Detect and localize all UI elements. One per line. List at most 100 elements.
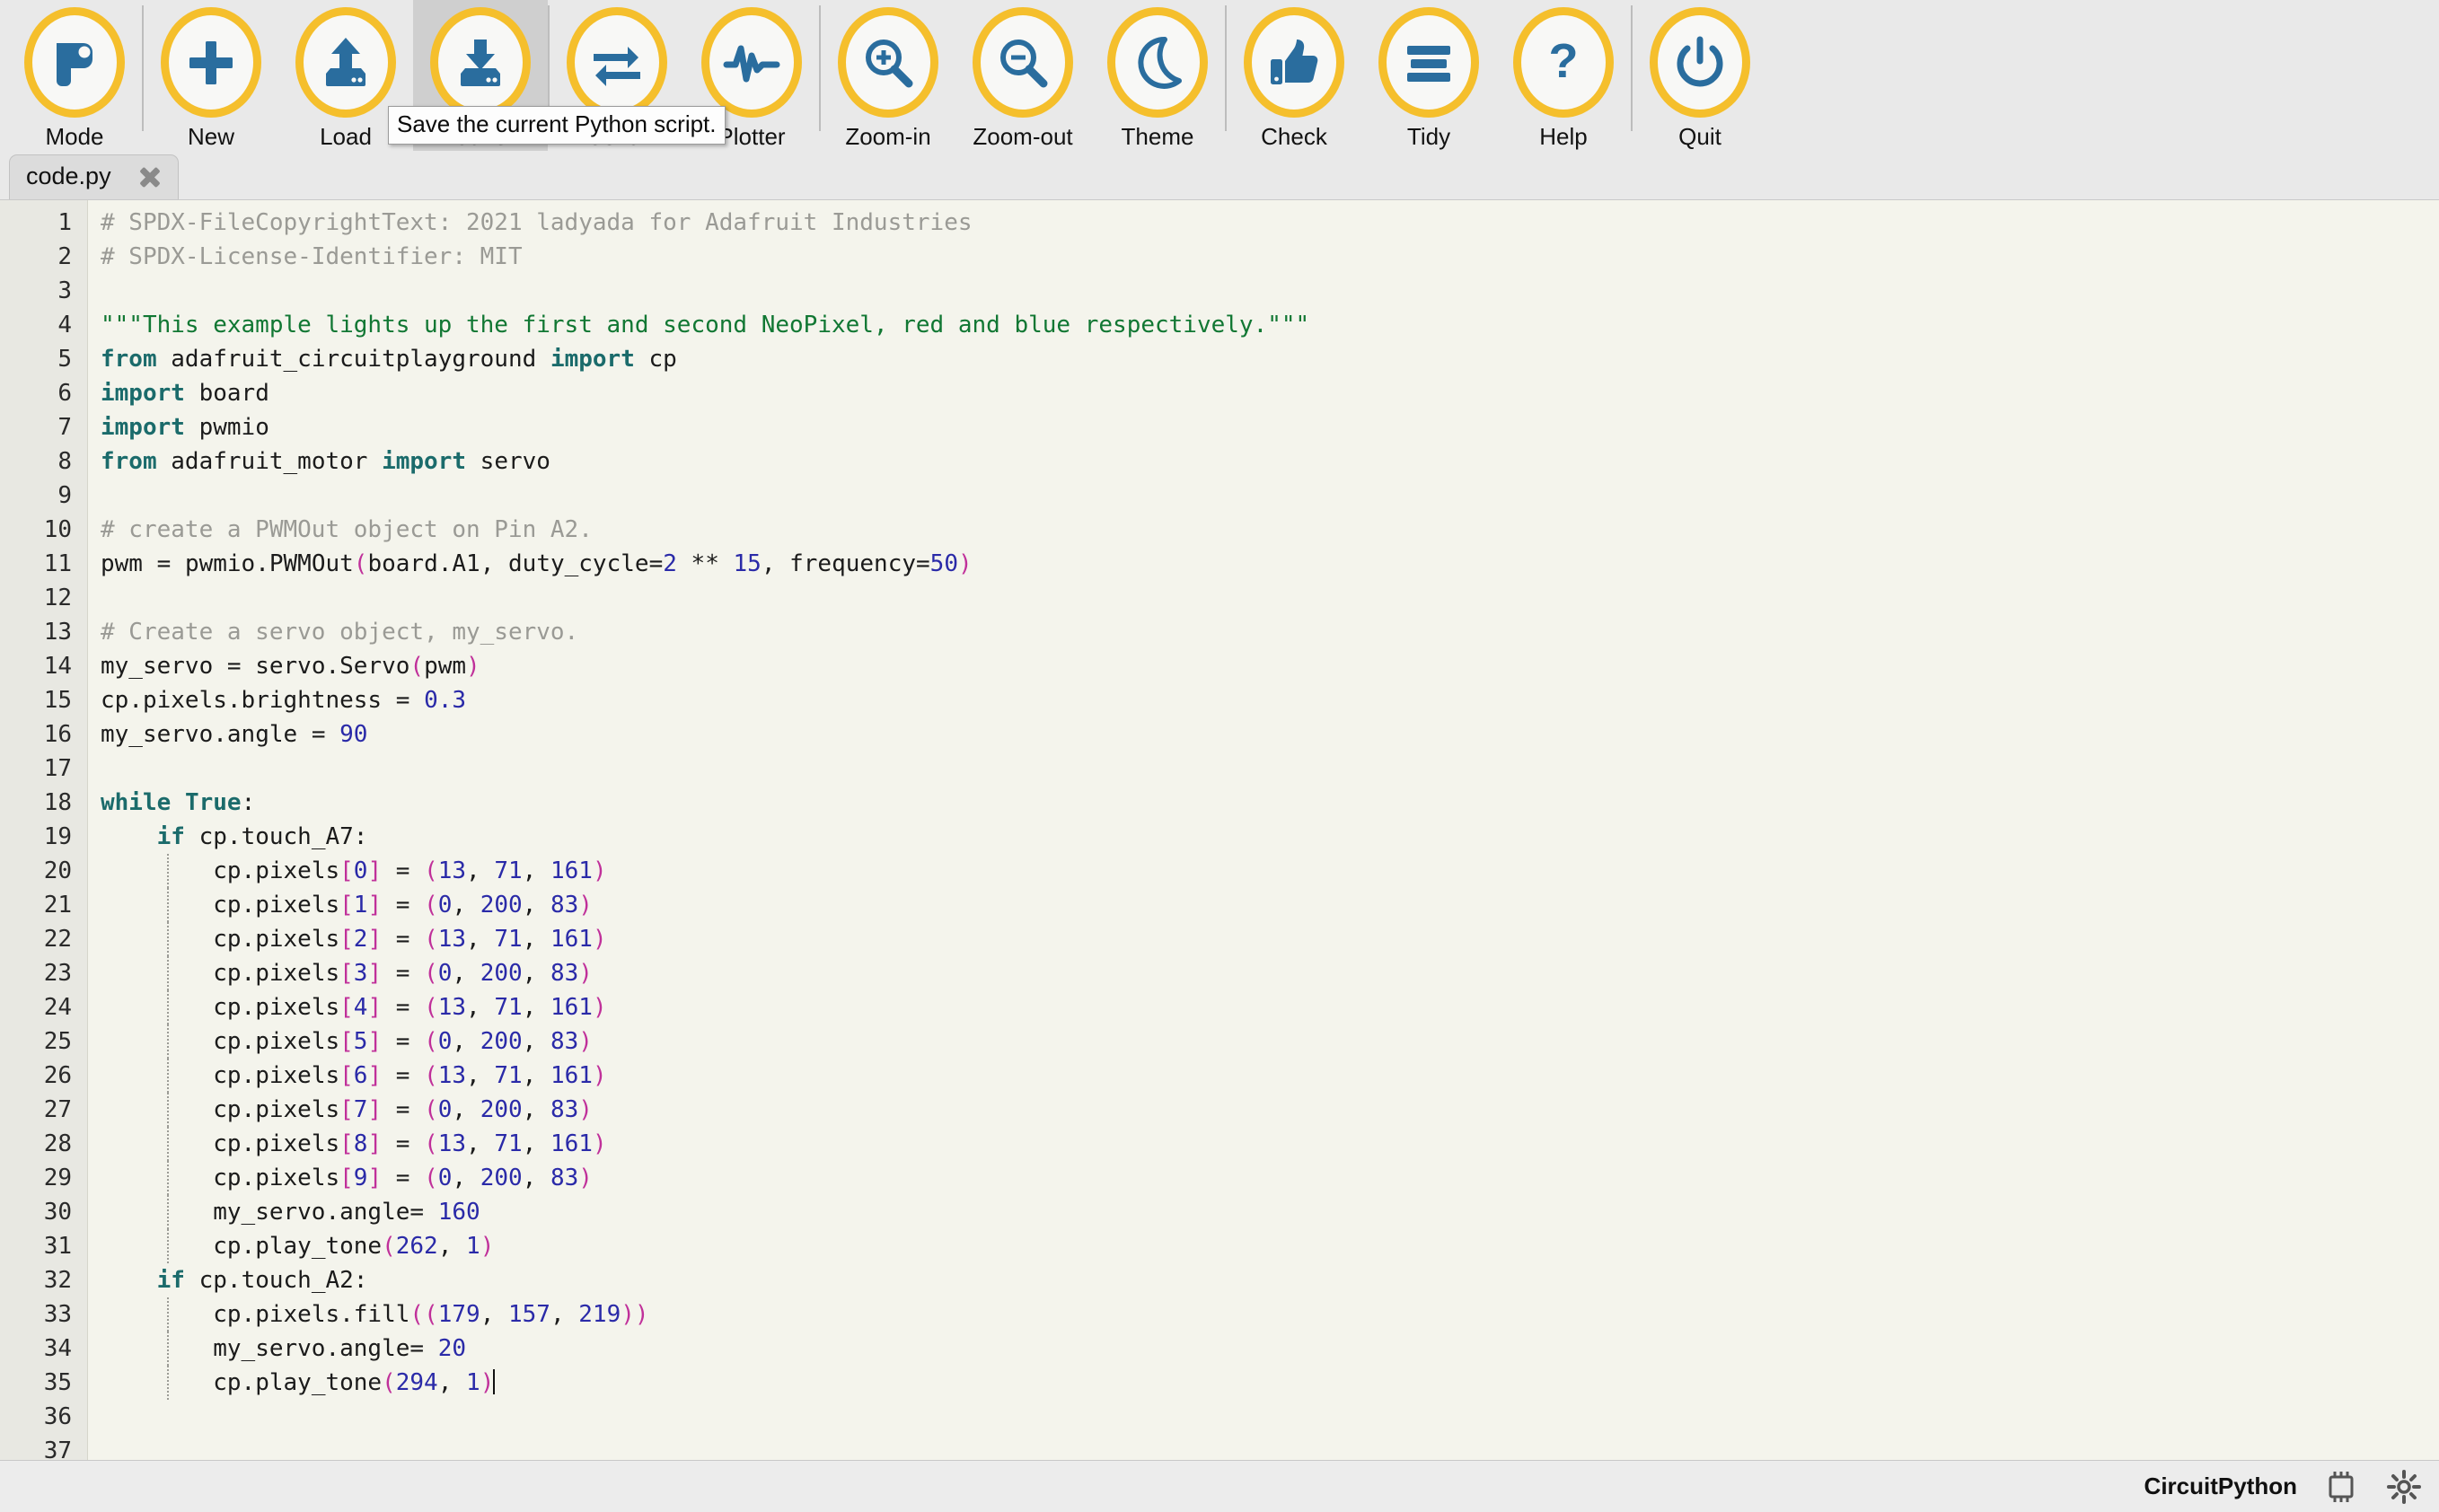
gear-icon[interactable] [2385, 1468, 2423, 1506]
line-number: 15 [43, 687, 72, 714]
code-line[interactable]: my_servo.angle = 90 [101, 717, 2439, 752]
line-number: 10 [43, 516, 72, 543]
line-number: 4 [57, 312, 72, 338]
code-line[interactable]: cp.pixels[1] = (0, 200, 83) [101, 888, 2439, 922]
indent-guide [167, 1127, 169, 1161]
code-line[interactable]: pwm = pwmio.PWMOut(board.A1, duty_cycle=… [101, 547, 2439, 581]
line-number: 32 [43, 1267, 72, 1294]
tab-bar: code.py [0, 153, 2439, 199]
code-line[interactable]: """This example lights up the first and … [101, 308, 2439, 342]
code-line[interactable] [101, 752, 2439, 786]
pulse-icon [701, 7, 802, 118]
line-number: 37 [43, 1437, 72, 1460]
line-number: 17 [43, 755, 72, 782]
code-line[interactable]: # create a PWMOut object on Pin A2. [101, 513, 2439, 547]
line-number: 14 [43, 653, 72, 680]
zoom-in-icon [838, 7, 938, 118]
indent-guide [167, 1229, 169, 1263]
toolbar-label-plotter: Plotter [718, 123, 786, 150]
code-line[interactable]: # Create a servo object, my_servo. [101, 615, 2439, 649]
toolbar-label-zoom-out: Zoom-out [973, 123, 1073, 150]
toolbar-button-check[interactable]: Check [1227, 0, 1361, 151]
code-line[interactable]: my_servo.angle= 20 [101, 1332, 2439, 1366]
indent-guide [167, 1093, 169, 1127]
indent-guide [167, 1366, 169, 1400]
code-text-area[interactable]: # SPDX-FileCopyrightText: 2021 ladyada f… [88, 200, 2439, 1460]
code-line[interactable]: cp.pixels[7] = (0, 200, 83) [101, 1093, 2439, 1127]
toolbar-label-load: Load [320, 123, 372, 150]
code-line[interactable]: cp.pixels[3] = (0, 200, 83) [101, 956, 2439, 990]
code-line[interactable]: if cp.touch_A2: [101, 1263, 2439, 1297]
code-line[interactable]: cp.play_tone(262, 1) [101, 1229, 2439, 1263]
tab-code-py[interactable]: code.py [9, 154, 179, 199]
line-number: 12 [43, 585, 72, 611]
close-icon[interactable] [136, 163, 163, 190]
line-number: 2 [57, 243, 72, 270]
toolbar-label-check: Check [1261, 123, 1327, 150]
code-line[interactable]: from adafruit_motor import servo [101, 444, 2439, 479]
code-line[interactable] [101, 1434, 2439, 1460]
line-number: 30 [43, 1199, 72, 1226]
line-number: 20 [43, 857, 72, 884]
download-icon [430, 7, 531, 118]
line-number: 3 [57, 277, 72, 304]
line-number: 27 [43, 1096, 72, 1123]
line-number: 24 [43, 994, 72, 1021]
code-line[interactable]: cp.pixels[5] = (0, 200, 83) [101, 1024, 2439, 1059]
toolbar-button-tidy[interactable]: Tidy [1361, 0, 1496, 151]
code-line[interactable]: if cp.touch_A7: [101, 820, 2439, 854]
line-number: 7 [57, 414, 72, 441]
toolbar-button-zoom-in[interactable]: Zoom-in [821, 0, 955, 151]
swap-arrows-icon [567, 7, 667, 118]
code-line[interactable]: # SPDX-License-Identifier: MIT [101, 240, 2439, 274]
indent-guide [167, 1059, 169, 1093]
usb-device-icon[interactable] [2322, 1468, 2360, 1506]
toolbar-button-new[interactable]: New [144, 0, 278, 151]
code-line[interactable]: cp.pixels[6] = (13, 71, 161) [101, 1059, 2439, 1093]
code-line[interactable]: my_servo = servo.Servo(pwm) [101, 649, 2439, 683]
code-line[interactable] [101, 274, 2439, 308]
indent-guide [167, 1195, 169, 1229]
code-line[interactable]: while True: [101, 786, 2439, 820]
code-line[interactable] [101, 1400, 2439, 1434]
toolbar-button-zoom-out[interactable]: Zoom-out [955, 0, 1090, 151]
line-number: 29 [43, 1165, 72, 1191]
indent-guide [167, 956, 169, 990]
status-mode-label: CircuitPython [2144, 1472, 2297, 1499]
code-line[interactable]: cp.pixels[0] = (13, 71, 161) [101, 854, 2439, 888]
line-number: 35 [43, 1369, 72, 1396]
line-number: 6 [57, 380, 72, 407]
code-line[interactable]: # SPDX-FileCopyrightText: 2021 ladyada f… [101, 206, 2439, 240]
line-number-gutter: 1 2 3 4 5 6 7 8 9 10 11 12 13 14 15 16 17 18 19 20 21 22 23 24 2… [0, 200, 88, 1460]
toolbar-button-quit[interactable]: Quit [1633, 0, 1767, 151]
toolbar-button-theme[interactable]: Theme [1090, 0, 1225, 151]
code-line[interactable]: cp.pixels[9] = (0, 200, 83) [101, 1161, 2439, 1195]
line-number: 13 [43, 619, 72, 646]
code-line[interactable]: my_servo.angle= 160 [101, 1195, 2439, 1229]
code-line[interactable]: import pwmio [101, 410, 2439, 444]
code-line[interactable] [101, 479, 2439, 513]
code-line[interactable]: import board [101, 376, 2439, 410]
toolbar-button-mode[interactable]: Mode [7, 0, 142, 151]
line-number: 11 [43, 550, 72, 577]
moon-icon [1107, 7, 1208, 118]
power-icon [1650, 7, 1750, 118]
line-number: 31 [43, 1233, 72, 1260]
lines-icon [1378, 7, 1479, 118]
toolbar-label-help: Help [1539, 123, 1588, 150]
code-line[interactable]: cp.pixels[4] = (13, 71, 161) [101, 990, 2439, 1024]
indent-guide [167, 888, 169, 922]
toolbar-button-help[interactable]: ? Help [1496, 0, 1631, 151]
code-line[interactable]: from adafruit_circuitplayground import c… [101, 342, 2439, 376]
line-number: 5 [57, 346, 72, 373]
indent-guide [167, 1024, 169, 1059]
toolbar-label-mode: Mode [45, 123, 104, 150]
code-editor[interactable]: 1 2 3 4 5 6 7 8 9 10 11 12 13 14 15 16 17 18 19 20 21 22 23 24 2… [0, 199, 2439, 1460]
code-line[interactable] [101, 581, 2439, 615]
code-line[interactable]: cp.pixels[2] = (13, 71, 161) [101, 922, 2439, 956]
code-line[interactable]: cp.pixels.brightness = 0.3 [101, 683, 2439, 717]
code-line[interactable]: cp.play_tone(294, 1) [101, 1366, 2439, 1400]
status-bar: CircuitPython [0, 1460, 2439, 1512]
code-line[interactable]: cp.pixels.fill((179, 157, 219)) [101, 1297, 2439, 1332]
code-line[interactable]: cp.pixels[8] = (13, 71, 161) [101, 1127, 2439, 1161]
